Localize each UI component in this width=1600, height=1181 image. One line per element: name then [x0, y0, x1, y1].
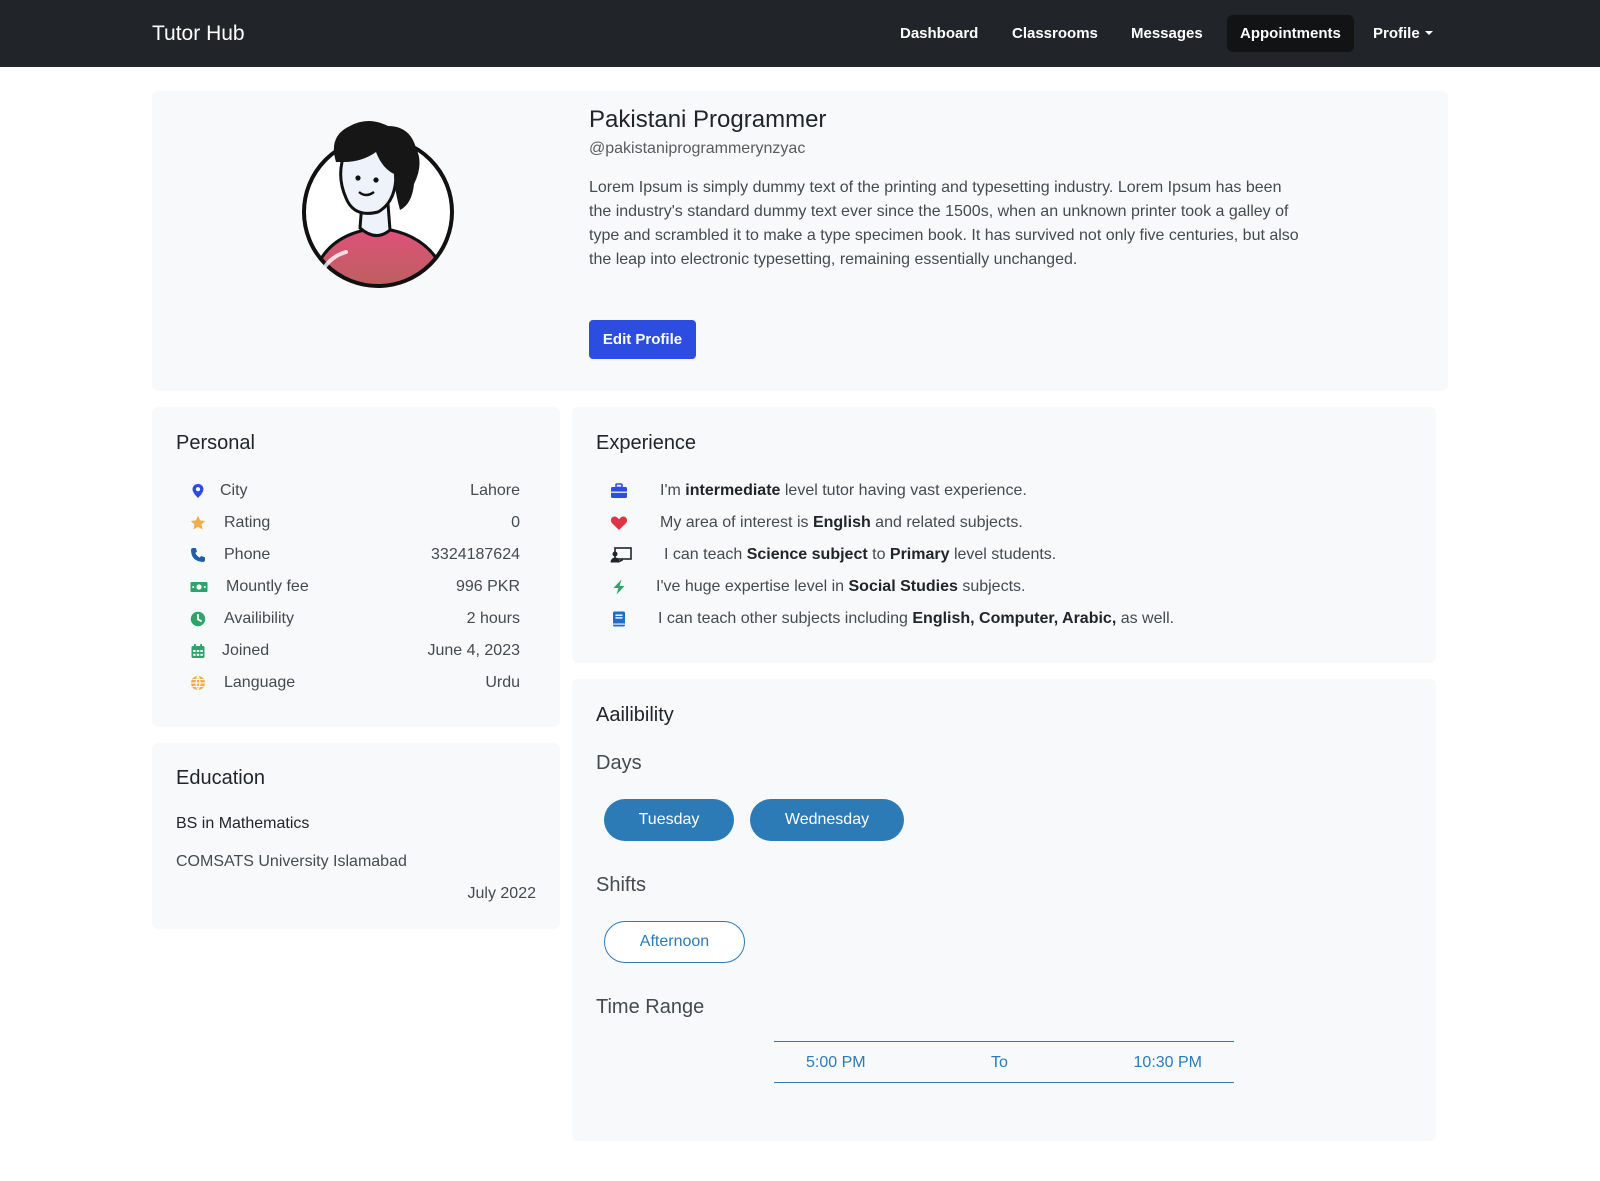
experience-title: Experience — [596, 432, 697, 454]
availability-value: 2 hours — [466, 610, 520, 627]
availability-title: Aailibility — [596, 704, 674, 726]
experience-text: I'm intermediate level tutor having vast… — [660, 482, 1027, 499]
experience-text: I've huge expertise level in Social Stud… — [656, 578, 1026, 595]
experience-item: I can teach Science subject to Primary l… — [610, 543, 1390, 567]
time-from[interactable]: 5:00 PM — [806, 1053, 866, 1073]
heart-icon — [610, 516, 628, 530]
fee-value: 996 PKR — [455, 578, 520, 595]
brand-title[interactable]: Tutor Hub — [152, 20, 245, 48]
nav-appointments[interactable]: Appointments — [1227, 15, 1354, 52]
experience-item: I've huge expertise level in Social Stud… — [610, 575, 1390, 599]
education-title: Education — [176, 767, 265, 789]
day-pill-wednesday[interactable]: Wednesday — [750, 799, 904, 841]
joined-label: Joined — [222, 642, 270, 659]
map-pin-icon — [192, 484, 204, 498]
language-label: Language — [224, 674, 296, 691]
education-university: COMSATS University Islamabad — [176, 853, 407, 870]
rating-label: Rating — [224, 514, 271, 531]
nav-classrooms[interactable]: Classrooms — [999, 15, 1111, 52]
avatar — [302, 121, 454, 288]
personal-title: Personal — [176, 432, 255, 454]
teacher-board-icon — [610, 547, 632, 563]
experience-text: My area of interest is English and relat… — [660, 514, 1023, 531]
phone-label: Phone — [224, 546, 271, 563]
profile-bio: Lorem Ipsum is simply dummy text of the … — [589, 179, 1299, 268]
book-icon — [613, 611, 625, 627]
personal-row-language: Language Urdu — [190, 671, 520, 695]
nav-profile-dropdown[interactable]: Profile — [1360, 15, 1446, 52]
availability-label: Availibility — [224, 610, 294, 627]
experience-text: I can teach other subjects including Eng… — [658, 610, 1175, 627]
time-separator: To — [991, 1054, 1008, 1071]
education-date: July 2022 — [467, 885, 537, 902]
globe-icon — [191, 675, 205, 691]
personal-row-rating: Rating 0 — [190, 511, 520, 535]
caret-down-icon — [1424, 31, 1433, 35]
experience-item: My area of interest is English and relat… — [610, 511, 1390, 535]
education-degree: BS in Mathematics — [176, 815, 310, 832]
shifts-label: Shifts — [596, 874, 647, 896]
clock-icon — [190, 611, 206, 627]
navbar: Tutor Hub Dashboard Classrooms Messages … — [0, 0, 1600, 67]
joined-value: June 4, 2023 — [427, 642, 520, 659]
profile-handle: @pakistaniprogrammerynzyac — [589, 140, 806, 157]
calendar-icon — [191, 644, 205, 658]
briefcase-icon — [611, 483, 627, 498]
phone-icon — [191, 548, 205, 562]
shift-pill-afternoon[interactable]: Afternoon — [604, 921, 745, 963]
nav-dashboard[interactable]: Dashboard — [887, 15, 991, 52]
experience-text: I can teach Science subject to Primary l… — [664, 546, 1057, 563]
fee-label: Mountly fee — [226, 578, 309, 595]
lightning-icon — [613, 579, 625, 595]
experience-item: I'm intermediate level tutor having vast… — [610, 479, 1390, 503]
personal-row-fee: Mountly fee 996 PKR — [190, 575, 520, 599]
day-pill-tuesday[interactable]: Tuesday — [604, 799, 734, 841]
time-to[interactable]: 10:30 PM — [1134, 1053, 1202, 1073]
phone-value: 3324187624 — [431, 546, 520, 563]
profile-name: Pakistani Programmer — [589, 106, 827, 133]
rating-value: 0 — [511, 514, 520, 531]
personal-row-phone: Phone 3324187624 — [190, 543, 520, 567]
language-value: Urdu — [485, 674, 520, 691]
nav-profile-label: Profile — [1373, 25, 1420, 42]
time-range-label: Time Range — [596, 996, 705, 1018]
city-value: Lahore — [470, 482, 520, 499]
city-label: City — [220, 482, 248, 499]
edit-profile-button[interactable]: Edit Profile — [589, 320, 696, 359]
nav-messages[interactable]: Messages — [1118, 15, 1216, 52]
personal-row-availability: Availibility 2 hours — [190, 607, 520, 631]
experience-item: I can teach other subjects including Eng… — [610, 607, 1390, 631]
time-range: 5:00 PM To 10:30 PM — [774, 1041, 1234, 1083]
star-icon — [190, 515, 206, 530]
personal-row-city: City Lahore — [190, 479, 520, 503]
money-icon — [190, 582, 208, 592]
personal-row-joined: Joined June 4, 2023 — [190, 639, 520, 663]
days-label: Days — [596, 752, 642, 774]
